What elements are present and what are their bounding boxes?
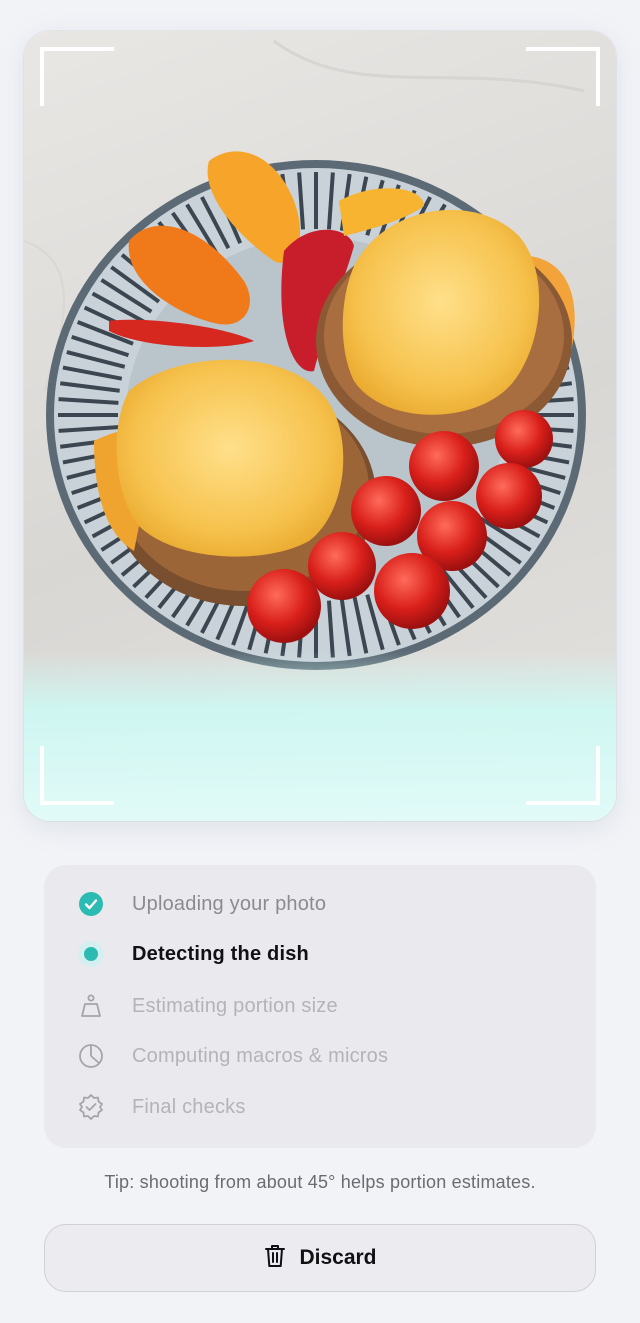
pie-chart-icon xyxy=(77,1042,105,1070)
step-uploading-photo: Uploading your photo xyxy=(44,879,596,929)
step-label: Uploading your photo xyxy=(132,892,327,915)
photo-tip: Tip: shooting from about 45° helps porti… xyxy=(104,1172,536,1192)
scale-icon xyxy=(77,992,105,1020)
viewfinder-corner-bottom-right xyxy=(526,746,600,805)
viewfinder-corner-top-left xyxy=(40,47,114,106)
step-final-checks: Final checks xyxy=(44,1082,596,1132)
check-circle-icon xyxy=(77,890,105,918)
step-detecting-dish: Detecting the dish xyxy=(44,929,596,979)
step-label: Final checks xyxy=(132,1095,246,1118)
step-label: Computing macros & micros xyxy=(132,1044,389,1067)
discard-button-label: Discard xyxy=(299,1246,377,1269)
step-computing-macros: Computing macros & micros xyxy=(44,1031,596,1081)
viewfinder-corner-top-right xyxy=(526,47,600,106)
viewfinder-corner-bottom-left xyxy=(40,746,114,805)
analysis-progress-list: Uploading your photo Detecting the dish … xyxy=(44,865,596,1148)
discard-button[interactable]: Discard xyxy=(44,1224,596,1292)
trash-icon xyxy=(263,1243,287,1274)
dot-icon xyxy=(77,940,105,968)
step-estimating-portion: Estimating portion size xyxy=(44,981,596,1031)
step-label: Estimating portion size xyxy=(132,994,338,1017)
food-photo-preview xyxy=(24,31,616,821)
badge-check-icon xyxy=(77,1093,105,1121)
step-label: Detecting the dish xyxy=(132,942,309,965)
